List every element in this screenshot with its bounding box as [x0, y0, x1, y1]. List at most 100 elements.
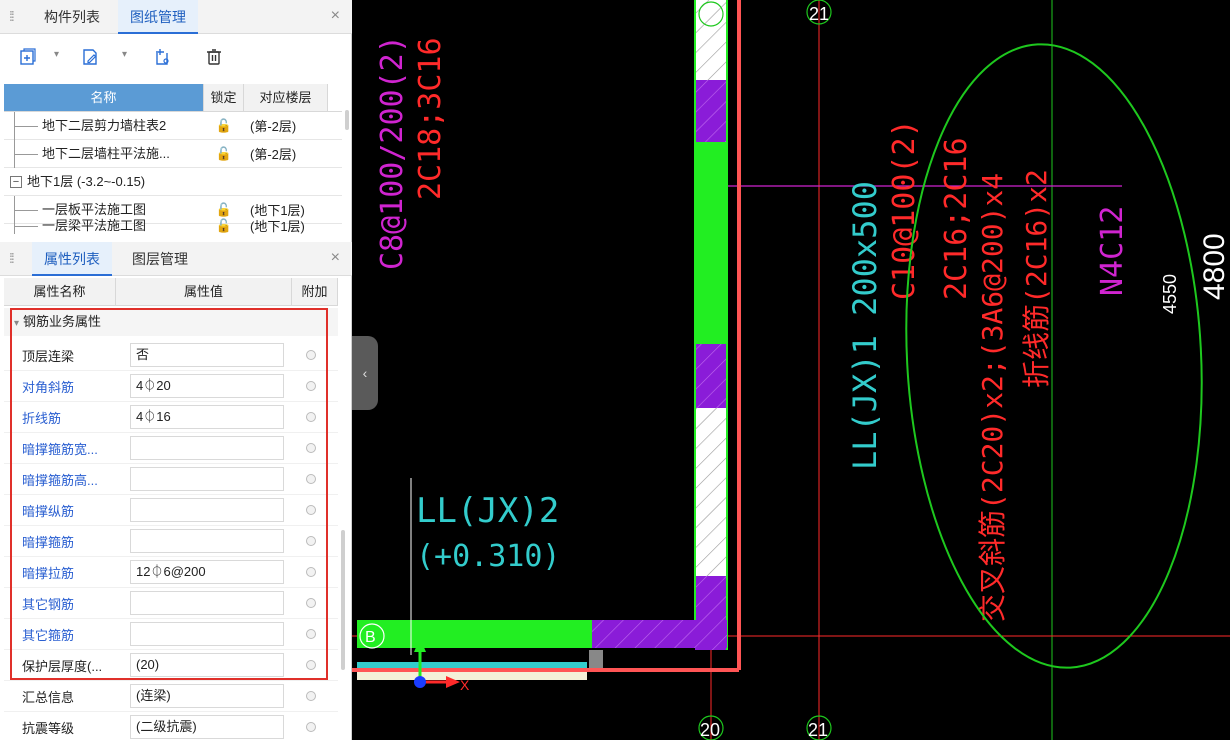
property-value-input[interactable]: 否	[130, 343, 284, 367]
additional-checkbox[interactable]	[284, 443, 338, 453]
waist-rebar-text: N4C12	[1095, 206, 1130, 296]
rebar-spec-text: 2C16;2C16	[939, 137, 974, 300]
radio-dot-icon	[306, 536, 316, 546]
axis-label-20-bottom: 20	[700, 720, 720, 740]
property-name: 暗撑箍筋	[22, 534, 75, 550]
drag-grip-icon[interactable]: ⁞⁞	[9, 250, 15, 266]
property-value-input[interactable]	[130, 498, 284, 522]
property-name: 抗震等级	[22, 720, 75, 736]
collapse-panel-handle[interactable]: ‹	[352, 336, 378, 410]
drawing-floor: (第-2层)	[250, 119, 297, 134]
bent-rebar-text: 折线筋(2C16)x2	[1020, 169, 1053, 388]
additional-checkbox[interactable]	[284, 660, 338, 670]
property-value-input[interactable]	[130, 591, 284, 615]
additional-checkbox[interactable]	[284, 474, 338, 484]
radio-dot-icon	[306, 629, 316, 639]
table-row[interactable]: 一层梁平法施工图 🔓 (地下1层)	[4, 211, 342, 234]
additional-checkbox[interactable]	[284, 629, 338, 639]
property-value-input[interactable]	[130, 436, 284, 460]
property-name: 保护层厚度(...	[22, 658, 103, 674]
column-header-floor[interactable]: 对应楼层	[244, 84, 328, 111]
split-drawing-icon	[156, 49, 169, 65]
drawing-name: 地下二层墙柱平法施...	[42, 145, 170, 161]
additional-checkbox[interactable]	[284, 567, 338, 577]
property-row[interactable]: 汇总信息 (连梁)	[4, 681, 338, 712]
property-value-input[interactable]	[130, 467, 284, 491]
additional-checkbox[interactable]	[284, 598, 338, 608]
additional-checkbox[interactable]	[284, 505, 338, 515]
drawing-floor: (地下1层)	[250, 219, 305, 234]
radio-dot-icon	[306, 505, 316, 515]
add-drawing-button[interactable]	[14, 43, 42, 71]
unlock-icon[interactable]: 🔓	[204, 202, 244, 218]
radio-dot-icon	[306, 474, 316, 484]
property-value-input[interactable]: 4⏀16	[130, 405, 284, 429]
property-row[interactable]: 对角斜筋 4⏀20	[4, 371, 338, 402]
property-row[interactable]: 顶层连梁 否	[4, 340, 338, 371]
column-header-lock[interactable]: 锁定	[204, 84, 244, 111]
property-value-input[interactable]: 12⏀6@200	[130, 560, 284, 584]
property-row[interactable]: 暗撑箍筋宽...	[4, 433, 338, 464]
tab-component-list[interactable]: 构件列表	[32, 0, 112, 34]
property-row[interactable]: 暗撑拉筋 12⏀6@200	[4, 557, 338, 588]
split-drawing-button[interactable]	[148, 43, 176, 71]
tab-drawing-management[interactable]: 图纸管理	[118, 0, 198, 34]
floor-group-row[interactable]: − 地下1层 (-3.2~-0.15)	[4, 168, 342, 196]
property-row[interactable]: 保护层厚度(... (20)	[4, 650, 338, 681]
table-row[interactable]: 地下二层墙柱平法施... 🔓 (第-2层)	[4, 139, 342, 168]
additional-checkbox[interactable]	[284, 536, 338, 546]
property-row[interactable]: 暗撑纵筋	[4, 495, 338, 526]
property-scrollbar[interactable]	[341, 530, 345, 670]
additional-checkbox[interactable]	[284, 722, 338, 732]
axis-label-21-top: 21	[809, 4, 829, 24]
add-dropdown-arrow-icon[interactable]: ▾	[54, 49, 59, 60]
tab-property-list[interactable]: 属性列表	[32, 242, 112, 276]
edit-drawing-button[interactable]	[76, 43, 104, 71]
property-row[interactable]: 暗撑箍筋高...	[4, 464, 338, 495]
beam-label-ll-jx2: LL(JX)2	[416, 491, 559, 531]
property-group-rebar[interactable]: ▾ 钢筋业务属性	[4, 308, 338, 336]
drawing-table-header: 名称 锁定 对应楼层	[4, 84, 342, 112]
additional-checkbox[interactable]	[284, 350, 338, 360]
property-row[interactable]: 暗撑箍筋	[4, 526, 338, 557]
drawing-table: 名称 锁定 对应楼层 地下二层剪力墙柱表2 🔓 (第-2层) 地下二层墙柱平法施…	[4, 84, 342, 234]
tree-line	[14, 111, 38, 140]
additional-checkbox[interactable]	[284, 381, 338, 391]
property-row[interactable]: 其它箍筋	[4, 619, 338, 650]
radio-dot-icon	[306, 660, 316, 670]
wall-purple-segment	[695, 344, 727, 408]
edit-dropdown-arrow-icon[interactable]: ▾	[122, 49, 127, 60]
column-header-property-value: 属性值	[116, 278, 292, 305]
wall-purple-segment	[695, 80, 727, 142]
property-row[interactable]: 其它钢筋	[4, 588, 338, 619]
close-icon[interactable]: ×	[331, 249, 340, 267]
property-row[interactable]: 折线筋 4⏀16	[4, 402, 338, 433]
close-icon[interactable]: ×	[331, 7, 340, 25]
cad-drawing[interactable]: 21 20 21 B LL(JX)2 (+0.310) C8@100/200(2…	[352, 0, 1230, 740]
collapse-triangle-icon[interactable]: ▾	[14, 318, 19, 329]
property-name: 折线筋	[22, 410, 62, 426]
property-value-input[interactable]	[130, 529, 284, 553]
property-name: 其它箍筋	[22, 627, 75, 643]
property-row[interactable]: 抗震等级 (二级抗震)	[4, 712, 338, 740]
bottom-wall-cream	[357, 672, 587, 680]
column-header-name[interactable]: 名称	[4, 84, 204, 111]
drawing-floor: (第-2层)	[250, 147, 297, 162]
table-row[interactable]: 地下二层剪力墙柱表2 🔓 (第-2层)	[4, 111, 342, 140]
unlock-icon[interactable]: 🔓	[204, 118, 244, 134]
property-value-input[interactable]: (20)	[130, 653, 284, 677]
cad-viewport[interactable]: 21 20 21 B LL(JX)2 (+0.310) C8@100/200(2…	[352, 0, 1230, 740]
additional-checkbox[interactable]	[284, 412, 338, 422]
drawing-table-scrollbar[interactable]	[345, 110, 349, 130]
property-value-input[interactable]: 4⏀20	[130, 374, 284, 398]
property-value-input[interactable]: (二级抗震)	[130, 715, 284, 739]
unlock-icon[interactable]: 🔓	[204, 218, 244, 234]
property-value-input[interactable]	[130, 622, 284, 646]
collapse-toggle-icon[interactable]: −	[10, 175, 22, 188]
delete-drawing-button[interactable]	[200, 43, 228, 71]
unlock-icon[interactable]: 🔓	[204, 146, 244, 162]
property-value-input[interactable]: (连梁)	[130, 684, 284, 708]
additional-checkbox[interactable]	[284, 691, 338, 701]
tab-layer-management[interactable]: 图层管理	[120, 242, 200, 276]
drag-grip-icon[interactable]: ⁞⁞	[9, 8, 15, 24]
